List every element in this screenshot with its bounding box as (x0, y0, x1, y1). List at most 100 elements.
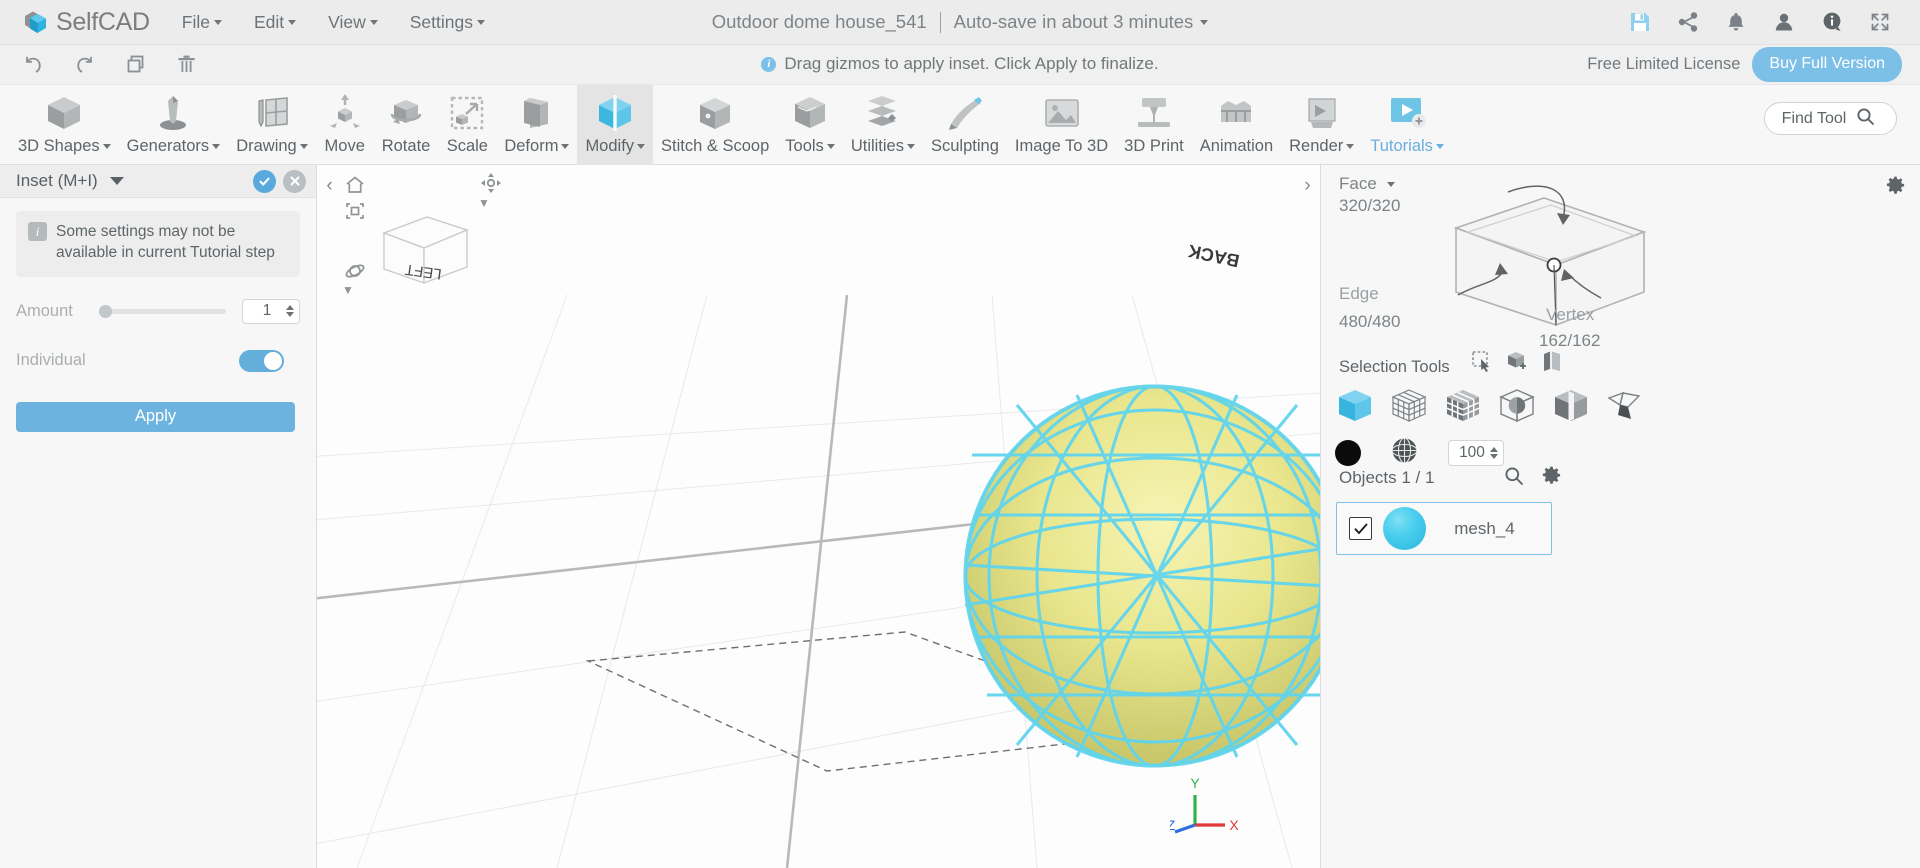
chevron-down-icon (288, 19, 297, 25)
select-half-icon[interactable] (1551, 386, 1591, 426)
vertex-count: 162/162 (1539, 331, 1601, 350)
view-cube[interactable]: LEFT (369, 195, 489, 295)
tool-deform[interactable]: Deform (496, 85, 577, 166)
chevron-down-icon (476, 19, 485, 25)
menu-settings[interactable]: Settings (410, 12, 485, 33)
tool-label: Sculpting (931, 137, 999, 155)
orbit-caret-icon[interactable]: ▼ (342, 283, 354, 297)
tool-3d-shapes[interactable]: 3D Shapes (10, 85, 119, 166)
document-title[interactable]: Outdoor dome house_541 (712, 11, 927, 33)
amount-value: 1 (262, 302, 272, 320)
select-object-icon[interactable] (1335, 386, 1375, 426)
tool-label: Stitch & Scoop (661, 137, 770, 155)
gear-icon[interactable] (1886, 176, 1905, 200)
select-wireframe-icon[interactable] (1389, 386, 1429, 426)
tool-image-to-3d[interactable]: Image To 3D (1007, 85, 1116, 166)
delete-icon[interactable] (161, 45, 212, 85)
redo-icon[interactable] (59, 45, 110, 85)
back-label: BACK (1186, 241, 1241, 271)
panel-notice: i Some settings may not be available in … (16, 211, 300, 277)
save-icon[interactable] (1616, 0, 1664, 44)
menu-file[interactable]: File (182, 12, 222, 33)
share-icon[interactable] (1664, 0, 1712, 44)
tool-animation[interactable]: Animation (1192, 85, 1281, 166)
3d-viewport[interactable]: ‹ › ▼ ▼ LEFT BACK Y X Z (317, 165, 1320, 868)
chevron-down-icon (561, 144, 570, 149)
utilities-icon (862, 91, 904, 134)
select-polygon-icon[interactable] (1605, 386, 1645, 426)
buy-full-version-button[interactable]: Buy Full Version (1752, 46, 1902, 82)
tool-modify[interactable]: Modify (577, 85, 654, 166)
collapse-right-panel-button[interactable]: › (1298, 173, 1317, 199)
tool-move[interactable]: Move (316, 85, 374, 166)
chevron-down-icon[interactable] (1200, 19, 1209, 25)
material-controls-row: 100 (1335, 437, 1504, 469)
confirm-button[interactable] (253, 169, 276, 193)
svg-text:BACK: BACK (1186, 241, 1241, 271)
list-item[interactable]: mesh_4 (1336, 502, 1552, 555)
chevron-down-icon (212, 144, 221, 149)
axis-lock-icon[interactable] (478, 170, 504, 196)
fullscreen-icon[interactable] (1856, 0, 1904, 44)
tool-utilities[interactable]: Utilities (843, 85, 923, 166)
tool-drawing[interactable]: Drawing (228, 85, 316, 166)
tool-rotate[interactable]: Rotate (374, 85, 439, 166)
home-icon[interactable] (342, 172, 368, 198)
apply-button[interactable]: Apply (16, 401, 295, 432)
sculpting-brush-icon (944, 91, 986, 134)
gear-icon[interactable] (1542, 466, 1561, 491)
add-select-icon[interactable] (1506, 350, 1528, 377)
selection-mode-label: Face (1339, 174, 1377, 193)
user-account-icon[interactable] (1760, 0, 1808, 44)
individual-toggle[interactable] (239, 349, 284, 372)
menu-edit[interactable]: Edit (254, 12, 297, 33)
svg-text:Z: Z (1170, 817, 1176, 833)
screenshot-icon[interactable] (342, 198, 368, 224)
amount-slider[interactable] (99, 304, 226, 318)
tool-sculpting[interactable]: Sculpting (923, 85, 1007, 166)
autosave-status[interactable]: Auto-save in about 3 minutes (954, 11, 1194, 33)
cancel-button[interactable] (283, 169, 306, 193)
amount-stepper[interactable]: 1 (242, 298, 300, 324)
tool-tutorials[interactable]: Tutorials (1362, 85, 1452, 166)
stepper-up-icon[interactable] (286, 305, 294, 311)
select-blocks-icon[interactable] (1443, 386, 1483, 426)
info-icon[interactable] (1808, 0, 1856, 44)
chevron-down-icon[interactable] (109, 177, 124, 185)
select-inner-icon[interactable] (1497, 386, 1537, 426)
orbit-icon[interactable] (342, 258, 368, 284)
chevron-down-icon (826, 144, 835, 149)
collapse-left-panel-button[interactable]: ‹ (320, 173, 339, 199)
selection-mode-dropdown[interactable]: Face (1339, 174, 1395, 194)
amount-slider-handle[interactable] (99, 304, 112, 318)
top-bar-actions (1616, 0, 1904, 44)
stepper-down-icon[interactable] (286, 312, 294, 318)
stepper-down-icon[interactable] (1490, 454, 1498, 459)
tool-stitch-scoop[interactable]: Stitch & Scoop (653, 85, 777, 166)
find-tool-search[interactable]: Find Tool (1764, 102, 1897, 135)
tool-3d-print[interactable]: 3D Print (1116, 85, 1192, 166)
stepper-up-icon[interactable] (1490, 447, 1498, 452)
individual-control-row: Individual (0, 349, 316, 372)
tool-label: Image To 3D (1014, 137, 1109, 155)
rect-select-icon[interactable] (1471, 350, 1493, 377)
tool-tools[interactable]: Tools (777, 85, 843, 166)
undo-icon[interactable] (8, 45, 59, 85)
menu-view[interactable]: View (328, 12, 378, 33)
opacity-stepper[interactable]: 100 (1448, 440, 1504, 466)
copy-icon[interactable] (110, 45, 161, 85)
notifications-bell-icon[interactable] (1712, 0, 1760, 44)
tool-render[interactable]: Render (1281, 85, 1362, 166)
app-logo-text: SelfCAD (56, 7, 150, 36)
app-logo[interactable]: SelfCAD (22, 8, 150, 37)
search-icon[interactable] (1504, 466, 1524, 491)
tool-scale[interactable]: Scale (438, 85, 496, 166)
rotate-icon (385, 91, 427, 134)
tool-generators[interactable]: Generators (119, 85, 229, 166)
title-separator (939, 11, 941, 33)
invert-select-icon[interactable] (1541, 350, 1563, 377)
object-visibility-checkbox[interactable] (1349, 517, 1372, 540)
mesh-texture-icon[interactable] (1391, 437, 1418, 469)
color-swatch[interactable] (1335, 440, 1361, 466)
selection-tools-label: Selection Tools (1339, 358, 1450, 376)
